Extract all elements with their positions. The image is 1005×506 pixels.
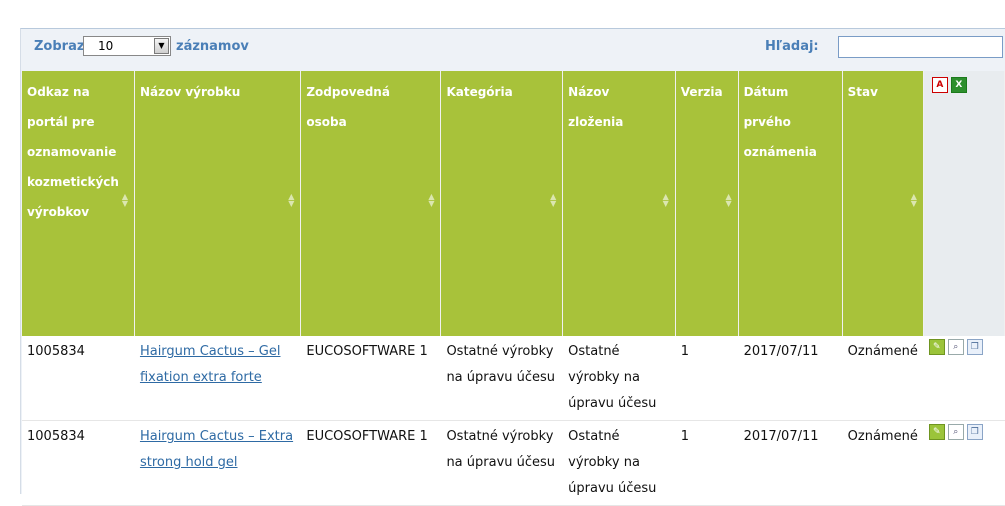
column-header-label: Stav [847, 85, 878, 99]
cell-status: Oznámené [842, 420, 924, 506]
datatable-wrapper: Zobraz 10 ▼ záznamov Hľadaj: Odkaz na po… [20, 28, 1005, 506]
column-header-product-name[interactable]: Názov výrobku ▲ ▼ [134, 71, 302, 336]
cell-formula-name: Ostatné výrobky na úpravu účesu [562, 420, 676, 506]
column-header-label: Dátum prvého oznámenia [743, 85, 817, 159]
cell-date: 2017/07/11 [738, 336, 843, 421]
sort-icon[interactable]: ▲ ▼ [910, 193, 918, 208]
show-label: Zobraz [34, 39, 85, 54]
cell-category: Ostatné výrobky na úpravu účesu [440, 420, 564, 506]
column-header-first-notification-date[interactable]: Dátum prvého oznámenia [738, 71, 843, 336]
edit-icon[interactable]: ✎ [928, 339, 945, 355]
search-input[interactable] [838, 36, 1003, 58]
table-toolbar: Zobraz 10 ▼ záznamov Hľadaj: [21, 29, 1005, 67]
dropdown-arrow-icon[interactable]: ▼ [154, 38, 169, 54]
view-icon[interactable]: ⌕ [947, 424, 964, 440]
cell-version: 1 [675, 420, 739, 506]
page-size-select[interactable]: 10 ▼ [83, 36, 171, 56]
cell-responsible-person: EUCOSOFTWARE 1 [300, 420, 442, 506]
table-row: 1005834 Hairgum Cactus – Extra strong ho… [22, 420, 1005, 506]
cell-product-name: Hairgum Cactus – Gel fixation extra fort… [134, 336, 302, 421]
column-header-version[interactable]: Verzia ▲ ▼ [675, 71, 739, 336]
sort-icon[interactable]: ▲ ▼ [549, 193, 557, 208]
pdf-export-icon[interactable]: A [931, 77, 948, 93]
page-size-value: 10 [98, 39, 114, 53]
copy-icon[interactable]: ❐ [966, 339, 983, 355]
search-label: Hľadaj: [765, 39, 819, 54]
column-header-label: Kategória [446, 85, 513, 99]
records-label: záznamov [176, 39, 249, 54]
cell-status: Oznámené [842, 336, 924, 421]
cell-portal-id: 1005834 [22, 420, 135, 506]
sort-icon[interactable]: ▲ ▼ [662, 193, 670, 208]
column-header-actions: AX [923, 71, 1005, 336]
excel-export-icon[interactable]: X [950, 77, 967, 93]
product-link[interactable]: Hairgum Cactus – Extra strong hold gel [140, 429, 293, 470]
sort-icon[interactable]: ▲ ▼ [121, 193, 129, 208]
sort-icon[interactable]: ▲ ▼ [287, 193, 295, 208]
column-header-label: Zodpovedná osoba [306, 85, 390, 129]
sort-icon[interactable]: ▲ ▼ [427, 193, 435, 208]
cell-actions: ✎ ⌕ ❐ [923, 420, 1005, 506]
column-header-label: Verzia [680, 85, 723, 99]
column-header-responsible-person[interactable]: Zodpovedná osoba ▲ ▼ [300, 71, 442, 336]
cell-version: 1 [675, 336, 739, 421]
column-header-label: Odkaz na portál pre oznamovanie kozmetic… [27, 85, 119, 219]
sort-icon[interactable]: ▲ ▼ [725, 193, 733, 208]
products-table: Odkaz na portál pre oznamovanie kozmetic… [22, 71, 1005, 506]
column-header-label: Názov zloženia [568, 85, 624, 129]
column-header-label: Názov výrobku [139, 85, 241, 99]
column-header-status[interactable]: Stav ▲ ▼ [842, 71, 924, 336]
cell-responsible-person: EUCOSOFTWARE 1 [300, 336, 442, 421]
table-row: 1005834 Hairgum Cactus – Gel fixation ex… [22, 336, 1005, 421]
cell-category: Ostatné výrobky na úpravu účesu [440, 336, 564, 421]
product-link[interactable]: Hairgum Cactus – Gel fixation extra fort… [140, 344, 281, 385]
view-icon[interactable]: ⌕ [947, 339, 964, 355]
copy-icon[interactable]: ❐ [966, 424, 983, 440]
column-header-portal-link[interactable]: Odkaz na portál pre oznamovanie kozmetic… [22, 71, 135, 336]
cell-portal-id: 1005834 [22, 336, 135, 421]
column-header-formula-name[interactable]: Názov zloženia ▲ ▼ [562, 71, 676, 336]
edit-icon[interactable]: ✎ [928, 424, 945, 440]
cell-product-name: Hairgum Cactus – Extra strong hold gel [134, 420, 302, 506]
table-header-row: Odkaz na portál pre oznamovanie kozmetic… [22, 71, 1005, 336]
column-header-category[interactable]: Kategória ▲ ▼ [440, 71, 564, 336]
cell-actions: ✎ ⌕ ❐ [923, 336, 1005, 421]
cell-date: 2017/07/11 [738, 420, 843, 506]
cell-formula-name: Ostatné výrobky na úpravu účesu [562, 336, 676, 421]
